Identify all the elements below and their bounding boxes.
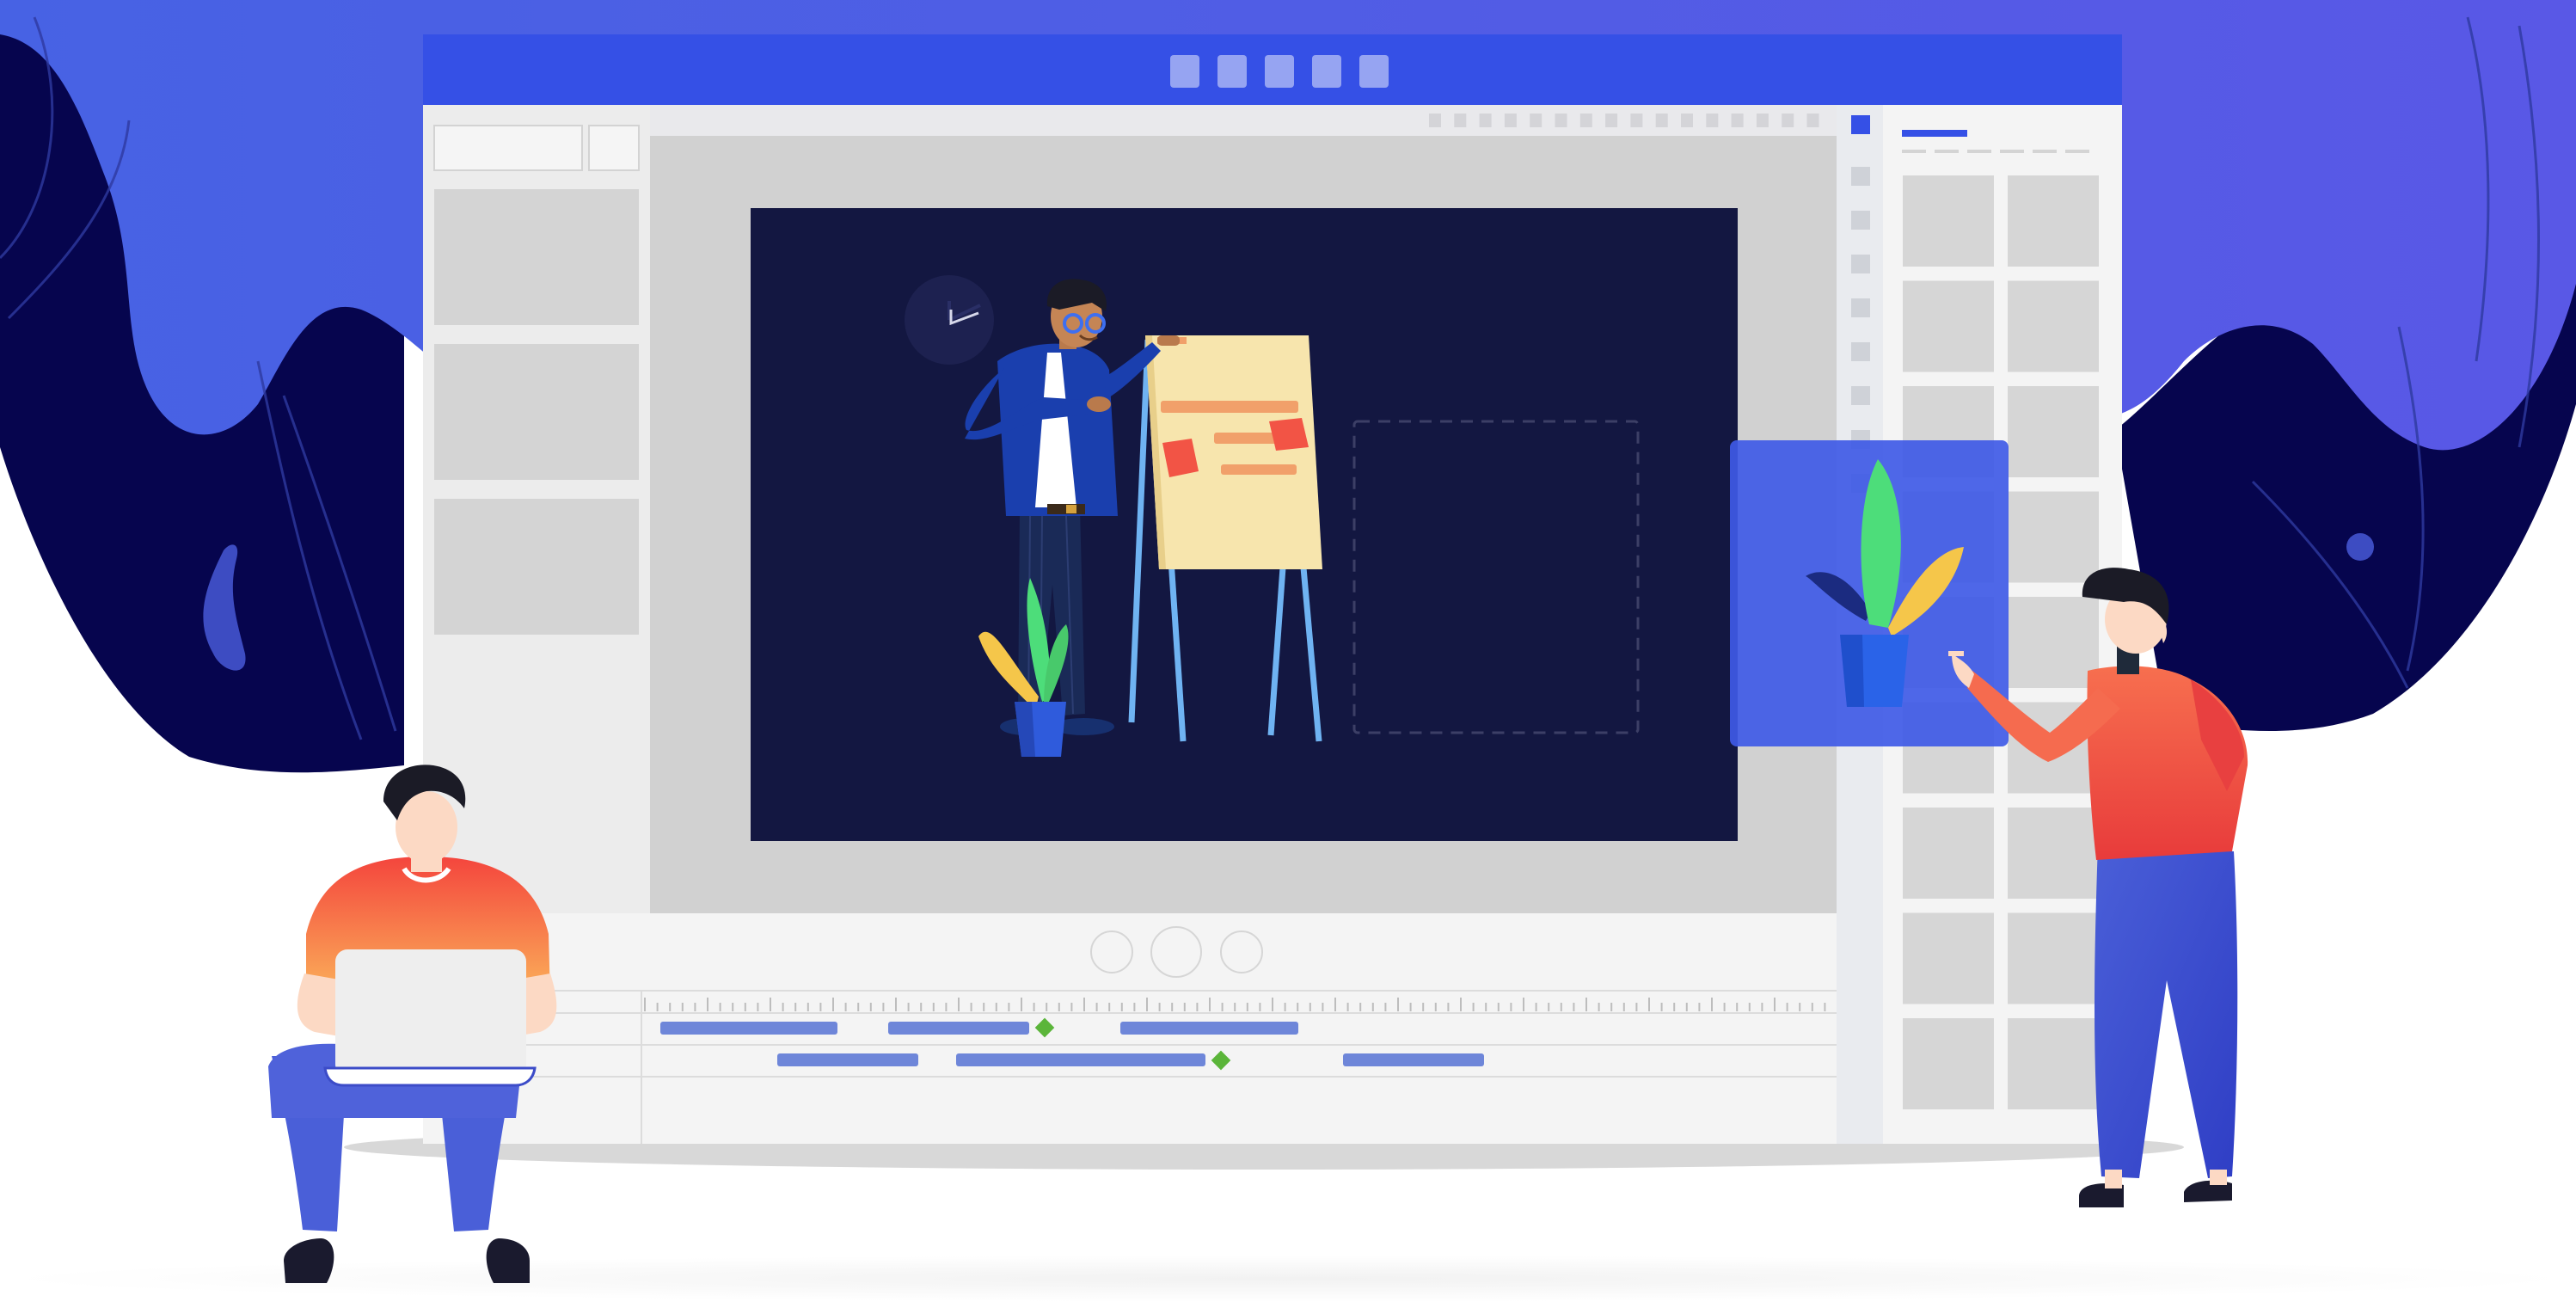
laptop bbox=[335, 949, 526, 1077]
toolbar-tool-icon[interactable] bbox=[1454, 114, 1467, 127]
side-tool-icon[interactable] bbox=[1851, 255, 1870, 273]
illustration-scene bbox=[0, 0, 2576, 1302]
toolbar-tool-icon[interactable] bbox=[1681, 114, 1693, 127]
properties-tab-active[interactable] bbox=[1902, 130, 1967, 137]
toolbar-tool-icon[interactable] bbox=[1630, 114, 1643, 127]
window-control-icon[interactable] bbox=[1312, 55, 1341, 88]
asset-thumbnail[interactable] bbox=[1903, 808, 1994, 899]
properties-tab[interactable] bbox=[1967, 150, 1991, 153]
properties-tab[interactable] bbox=[2033, 150, 2057, 153]
slide-thumbnail[interactable] bbox=[434, 499, 639, 635]
toolbar-tool-icon[interactable] bbox=[1706, 114, 1719, 127]
toolbar-tool-icon[interactable] bbox=[1756, 114, 1769, 127]
slides-search-field[interactable] bbox=[433, 125, 583, 171]
toolbar-tool-icon[interactable] bbox=[1579, 114, 1592, 127]
toolbar-tool-icon[interactable] bbox=[1806, 114, 1819, 127]
drag-preview[interactable] bbox=[1730, 440, 2009, 746]
toolbar-tool-icon[interactable] bbox=[1731, 114, 1744, 127]
asset-thumbnail[interactable] bbox=[1903, 912, 1994, 1004]
window-control-icon[interactable] bbox=[1217, 55, 1247, 88]
toolbar-tool-icon[interactable] bbox=[1530, 114, 1543, 127]
asset-thumbnail[interactable] bbox=[2008, 912, 2099, 1004]
asset-thumbnail[interactable] bbox=[2008, 280, 2099, 372]
toolbar-tool-icon[interactable] bbox=[1605, 114, 1618, 127]
asset-thumbnail[interactable] bbox=[2008, 808, 2099, 899]
asset-thumbnail[interactable] bbox=[1903, 1018, 1994, 1109]
floor-gradient bbox=[0, 1256, 2576, 1302]
properties-tab[interactable] bbox=[1935, 150, 1959, 153]
window-control-icon[interactable] bbox=[1170, 55, 1199, 88]
window-control-icon[interactable] bbox=[1265, 55, 1294, 88]
toolbar-tool-icon[interactable] bbox=[1782, 114, 1794, 127]
side-tool-icon[interactable] bbox=[1851, 342, 1870, 361]
toolbar-tool-icon[interactable] bbox=[1655, 114, 1668, 127]
asset-thumbnail[interactable] bbox=[1903, 280, 1994, 372]
asset-thumbnail[interactable] bbox=[2008, 175, 2099, 267]
asset-thumbnail[interactable] bbox=[2008, 491, 2099, 583]
window-control-icon[interactable] bbox=[1359, 55, 1389, 88]
toolbar-tool-icon[interactable] bbox=[1429, 114, 1441, 127]
toolbar-selected-tool[interactable] bbox=[1851, 115, 1870, 134]
toolbar-tool-icon[interactable] bbox=[1504, 114, 1517, 127]
slides-search-button[interactable] bbox=[588, 125, 640, 171]
side-tool-icon[interactable] bbox=[1851, 167, 1870, 186]
asset-thumbnail[interactable] bbox=[2008, 1018, 2099, 1109]
slide-thumbnail[interactable] bbox=[434, 189, 639, 325]
timeline-clip[interactable] bbox=[1120, 1022, 1298, 1035]
asset-thumbnail[interactable] bbox=[2008, 386, 2099, 477]
timeline-clip[interactable] bbox=[1343, 1053, 1484, 1066]
properties-tab[interactable] bbox=[1902, 150, 1926, 153]
timeline-clip[interactable] bbox=[888, 1022, 1029, 1035]
properties-tab[interactable] bbox=[2065, 150, 2089, 153]
asset-thumbnail[interactable] bbox=[1903, 175, 1994, 267]
clock-icon bbox=[905, 275, 994, 365]
blob-accent-dot bbox=[2346, 533, 2374, 561]
toolbar-tool-icon[interactable] bbox=[1555, 114, 1567, 127]
toolbar-tool-icon[interactable] bbox=[1479, 114, 1492, 127]
illustration-canvas bbox=[0, 0, 2576, 1302]
side-tool-icon[interactable] bbox=[1851, 386, 1870, 405]
properties-tab[interactable] bbox=[2000, 150, 2024, 153]
asset-thumbnail[interactable] bbox=[2008, 597, 2099, 688]
timeline-clip[interactable] bbox=[956, 1053, 1205, 1066]
side-tool-icon[interactable] bbox=[1851, 298, 1870, 317]
side-tool-icon[interactable] bbox=[1851, 211, 1870, 230]
timeline-clip[interactable] bbox=[777, 1053, 918, 1066]
slide-thumbnail[interactable] bbox=[434, 344, 639, 480]
timeline-clip[interactable] bbox=[660, 1022, 837, 1035]
playback-bar bbox=[423, 913, 1837, 991]
